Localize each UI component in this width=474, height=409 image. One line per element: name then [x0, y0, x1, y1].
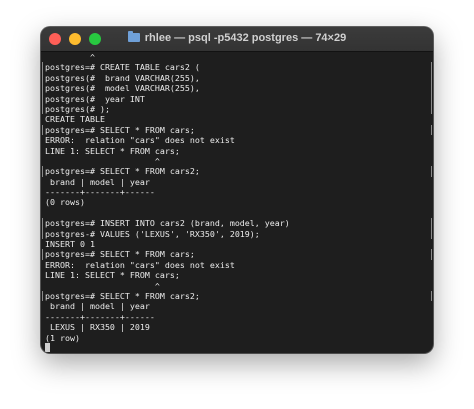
text-cursor [45, 342, 50, 352]
terminal-line: (1 row) [45, 333, 429, 343]
terminal-line: postgres(# ); [42, 103, 432, 115]
terminal-line: postgres=# CREATE TABLE cars2 ( [42, 62, 432, 73]
terminal-line-text: ERROR: relation "cars" does not exist [45, 259, 235, 270]
line-mark-right [431, 103, 432, 115]
terminal-line: (0 rows) [45, 197, 429, 207]
line-mark-right [431, 218, 432, 229]
terminal-line-text: postgres(# brand VARCHAR(255), [45, 72, 200, 83]
terminal-line-text: INSERT 0 1 [45, 239, 95, 250]
terminal-line: postgres(# year INT [42, 93, 432, 104]
terminal-line-text: ^ [45, 155, 160, 166]
terminal-line: CREATE TABLE [45, 114, 429, 124]
line-mark-left [42, 228, 43, 240]
terminal-line: ^ [45, 156, 429, 166]
terminal-line-text: postgres-# VALUES ('LEXUS', 'RX350', 201… [45, 228, 260, 239]
terminal-line: postgres=# SELECT * FROM cars2; [42, 166, 432, 177]
terminal-line-text: postgres=# INSERT INTO cars2 (brand, mod… [45, 218, 290, 229]
terminal-line-text: -------+-------+------ [45, 187, 155, 198]
terminal-line: ERROR: relation "cars" does not exist [45, 260, 429, 270]
line-mark-left [42, 166, 43, 177]
line-mark-right [431, 93, 432, 104]
terminal-line-text: (1 row) [45, 332, 80, 343]
terminal-line-text: CREATE TABLE [45, 114, 105, 125]
terminal-line: LINE 1: SELECT * FROM cars; [45, 146, 429, 156]
line-mark-left [42, 249, 43, 260]
terminal-line-text: postgres=# SELECT * FROM cars2; [45, 166, 200, 177]
line-mark-right [431, 228, 432, 240]
terminal-line: postgres(# brand VARCHAR(255), [42, 72, 432, 84]
terminal-line: postgres=# INSERT INTO cars2 (brand, mod… [42, 218, 432, 229]
terminal-output[interactable]: ^ postgres=# CREATE TABLE cars2 (postgres… [41, 52, 433, 353]
terminal-line: ^ [45, 281, 429, 291]
terminal-line: brand | model | year [45, 301, 429, 311]
terminal-line: LINE 1: SELECT * FROM cars; [45, 270, 429, 280]
terminal-line: brand | model | year [45, 177, 429, 187]
terminal-line: -------+-------+------ [45, 187, 429, 197]
line-mark-left [42, 83, 43, 94]
terminal-line-text: postgres=# SELECT * FROM cars2; [45, 290, 200, 301]
terminal-line-text: LEXUS | RX350 | 2019 [45, 322, 150, 333]
terminal-line: ERROR: relation "cars" does not exist [45, 135, 429, 145]
line-mark-right [431, 83, 432, 94]
line-mark-right [431, 249, 432, 260]
terminal-line-text: postgres(# model VARCHAR(255), [45, 83, 200, 94]
folder-icon [127, 31, 140, 42]
terminal-line-text: postgres(# ); [45, 103, 110, 114]
terminal-line-text: LINE 1: SELECT * FROM cars; [45, 270, 180, 281]
terminal-window: rhlee — psql -p5432 postgres — 74×29 ^ po… [41, 27, 433, 353]
line-mark-left [42, 103, 43, 115]
line-mark-left [42, 124, 43, 136]
terminal-line-text: (0 rows) [45, 197, 85, 208]
line-mark-left [42, 218, 43, 229]
terminal-line-text: postgres(# year INT [45, 93, 145, 104]
line-mark-right [431, 166, 432, 177]
terminal-line-text: postgres=# SELECT * FROM cars; [45, 124, 195, 135]
title-bar[interactable]: rhlee — psql -p5432 postgres — 74×29 [41, 27, 433, 52]
terminal-line-text: LINE 1: SELECT * FROM cars; [45, 145, 180, 156]
terminal-line-text: postgres=# CREATE TABLE cars2 ( [45, 62, 200, 73]
terminal-line: postgres=# SELECT * FROM cars; [42, 249, 432, 260]
terminal-line-text: -------+-------+------ [45, 311, 155, 322]
terminal-line: -------+-------+------ [45, 312, 429, 322]
line-mark-left [42, 93, 43, 104]
terminal-line-text: ERROR: relation "cars" does not exist [45, 135, 235, 146]
terminal-line-text: postgres=# SELECT * FROM cars; [45, 249, 195, 260]
terminal-line: LEXUS | RX350 | 2019 [45, 322, 429, 332]
window-title: rhlee — psql -p5432 postgres — 74×29 [144, 32, 347, 44]
terminal-line: postgres=# SELECT * FROM cars2; [42, 290, 432, 302]
terminal-line [45, 342, 429, 353]
terminal-line-text: ^ [45, 280, 160, 291]
terminal-line-text: brand | model | year [45, 176, 150, 187]
line-mark-right [431, 124, 432, 136]
terminal-line-text: brand | model | year [45, 301, 150, 312]
terminal-line: postgres=# SELECT * FROM cars; [42, 124, 432, 136]
terminal-line-text: ^ [45, 52, 95, 62]
terminal-line: INSERT 0 1 [45, 239, 429, 249]
line-mark-right [431, 290, 432, 302]
line-mark-left [42, 62, 43, 73]
window-title-container: rhlee — psql -p5432 postgres — 74×29 [41, 31, 433, 44]
terminal-line: postgres(# model VARCHAR(255), [42, 83, 432, 94]
line-mark-left [42, 290, 43, 302]
line-mark-right [431, 72, 432, 84]
line-mark-right [431, 62, 432, 73]
terminal-line: postgres-# VALUES ('LEXUS', 'RX350', 201… [42, 228, 432, 240]
terminal-line: ^ [45, 52, 429, 62]
line-mark-left [42, 72, 43, 84]
